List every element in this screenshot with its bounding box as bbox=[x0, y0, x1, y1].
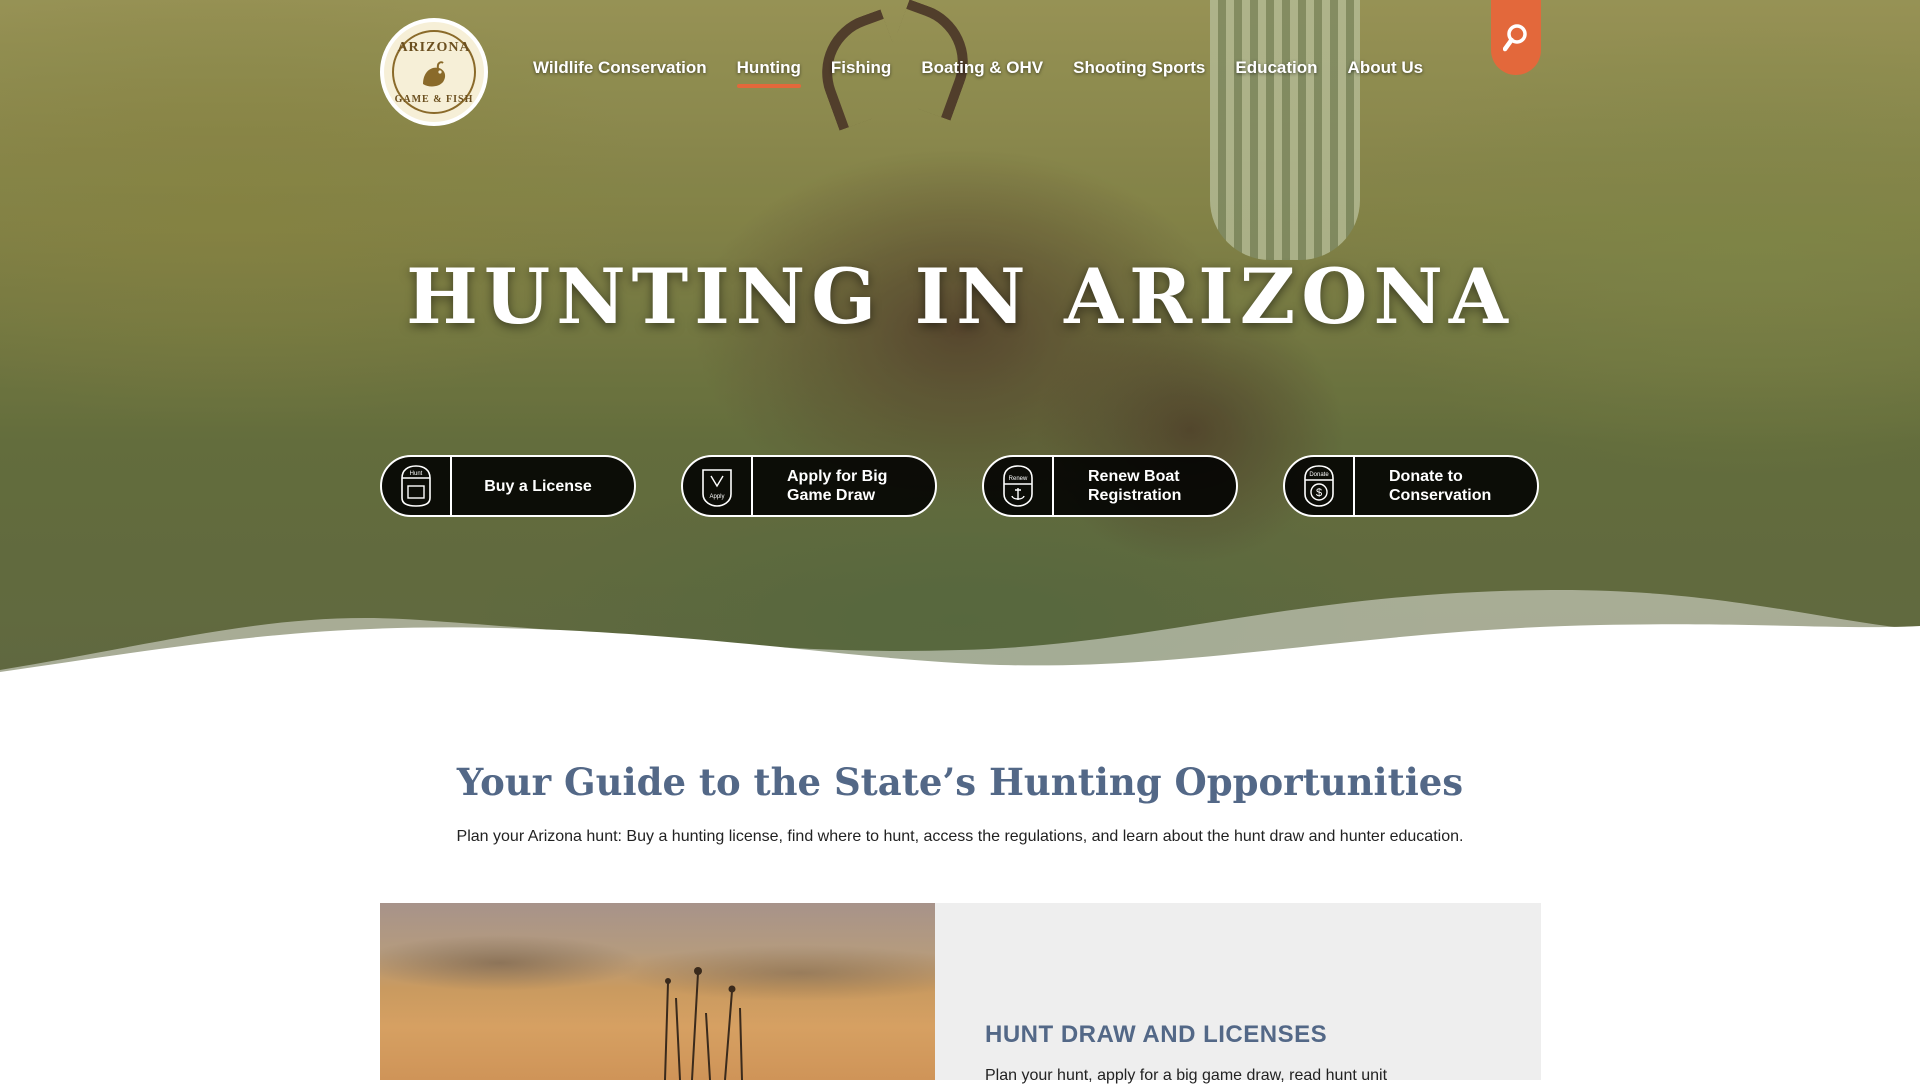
renew-boat-registration-button[interactable]: Renew Renew Boat Registration bbox=[982, 455, 1238, 517]
renew-boat-registration-label: Renew Boat Registration bbox=[1088, 468, 1182, 504]
apply-icon: Apply bbox=[702, 469, 732, 507]
logo-top-text: ARIZONA bbox=[397, 39, 471, 55]
buy-license-button[interactable]: Hunt Buy a License bbox=[380, 455, 636, 517]
section-title: Your Guide to the State’s Hunting Opport… bbox=[456, 760, 1464, 804]
nav-hunting[interactable]: Hunting bbox=[736, 58, 802, 88]
nav-wildlife-conservation[interactable]: Wildlife Conservation bbox=[533, 58, 707, 88]
license-icon-text: Hunt bbox=[410, 471, 423, 477]
search-icon bbox=[1503, 23, 1527, 51]
license-icon: Hunt bbox=[401, 465, 431, 507]
ql-icon-cell: Renew bbox=[984, 457, 1054, 515]
hunt-draw-heading[interactable]: HUNT DRAW AND LICENSES bbox=[985, 1021, 1327, 1049]
hunt-draw-card-image[interactable] bbox=[380, 903, 935, 1080]
grass-silhouette bbox=[664, 967, 743, 1080]
agfd-logo[interactable]: ARIZONA GAME & FISH bbox=[380, 18, 488, 126]
nav-shooting-sports[interactable]: Shooting Sports bbox=[1073, 58, 1205, 88]
ql-icon-cell: $ Donate bbox=[1285, 457, 1355, 515]
search-button[interactable] bbox=[1491, 0, 1541, 75]
nav-about-us[interactable]: About Us bbox=[1348, 58, 1424, 88]
nav-education[interactable]: Education bbox=[1235, 58, 1317, 88]
logo-ring: ARIZONA GAME & FISH bbox=[392, 30, 476, 114]
donate-conservation-label: Donate to Conservation bbox=[1389, 468, 1492, 504]
section-intro-text: Plan your Arizona hunt: Buy a hunting li… bbox=[456, 828, 1464, 845]
donate-icon: $ Donate bbox=[1304, 465, 1334, 507]
quail-icon bbox=[423, 60, 446, 86]
hero-wave-divider bbox=[0, 590, 1920, 720]
renew-icon-text: Renew bbox=[1009, 476, 1028, 482]
nav-boating-ohv[interactable]: Boating & OHV bbox=[921, 58, 1043, 88]
main-navigation: Wildlife Conservation Hunting Fishing Bo… bbox=[533, 58, 1453, 88]
nav-fishing[interactable]: Fishing bbox=[831, 58, 891, 88]
apply-icon-text: Apply bbox=[709, 494, 724, 500]
apply-big-game-draw-label: Apply for Big Game Draw bbox=[787, 468, 888, 504]
apply-big-game-draw-button[interactable]: Apply Apply for Big Game Draw bbox=[681, 455, 937, 517]
ql-icon-cell: Apply bbox=[683, 457, 753, 515]
donate-conservation-button[interactable]: $ Donate Donate to Conservation bbox=[1283, 455, 1539, 517]
buy-license-label: Buy a License bbox=[484, 477, 592, 495]
hero-title: HUNTING IN ARIZONA bbox=[406, 252, 1514, 341]
hunt-draw-text: Plan your hunt, apply for a big game dra… bbox=[985, 1067, 1388, 1084]
quick-links: Hunt Buy a License Apply Apply for Big G… bbox=[380, 455, 1540, 517]
ql-icon-cell: Hunt bbox=[382, 457, 452, 515]
hunt-draw-card-panel: HUNT DRAW AND LICENSES Plan your hunt, a… bbox=[935, 903, 1541, 1084]
logo-bottom-text: GAME & FISH bbox=[394, 93, 474, 105]
donate-icon-text: Donate bbox=[1309, 472, 1329, 478]
donate-dollar-glyph: $ bbox=[1316, 487, 1322, 499]
renew-icon: Renew bbox=[1003, 465, 1033, 507]
